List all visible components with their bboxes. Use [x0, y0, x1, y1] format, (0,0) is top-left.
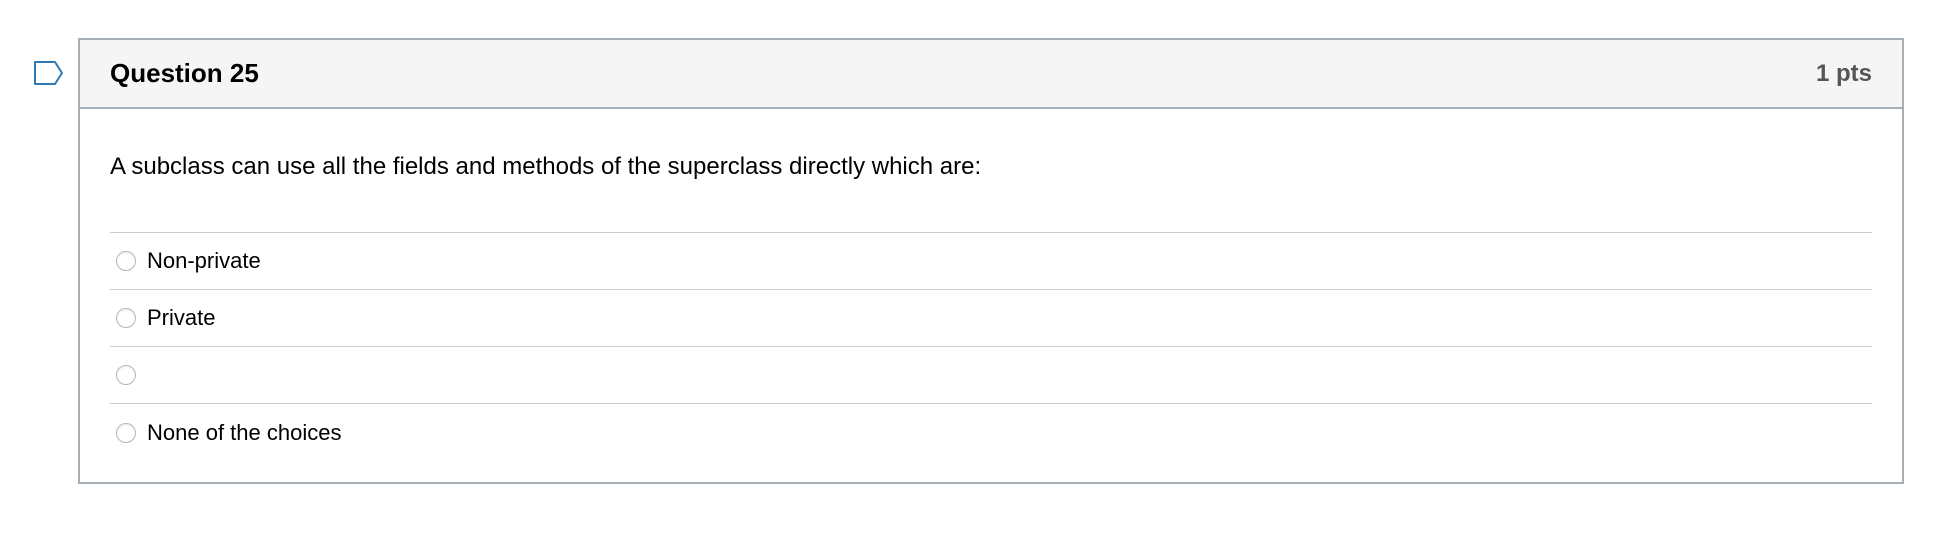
- question-points: 1 pts: [1815, 59, 1872, 87]
- radio-button[interactable]: [116, 422, 136, 443]
- question-title: Question 25: [110, 58, 259, 88]
- answer-label: None of the choices: [147, 419, 342, 445]
- answer-label: Non-private: [147, 248, 261, 273]
- answer-option[interactable]: None of the choices: [110, 404, 1872, 461]
- question-body: A subclass can use all the fields and me…: [80, 109, 1902, 461]
- radio-button[interactable]: [116, 365, 136, 385]
- answer-option[interactable]: Private: [110, 290, 1872, 347]
- quiz-page: Question 25 1 pts A subclass can use all…: [0, 0, 1958, 554]
- question-header: Question 25 1 pts: [80, 40, 1902, 109]
- question-text: A subclass can use all the fields and me…: [110, 153, 982, 180]
- radio-button[interactable]: [116, 308, 136, 328]
- answer-list: Non-private Private None of the choices: [110, 232, 1872, 461]
- question-card: Question 25 1 pts A subclass can use all…: [78, 38, 1904, 484]
- answer-option[interactable]: [110, 347, 1872, 404]
- answer-label: Private: [147, 305, 216, 330]
- radio-button[interactable]: [116, 251, 136, 271]
- flag-question-icon[interactable]: [33, 60, 65, 86]
- answer-option[interactable]: Non-private: [110, 233, 1872, 290]
